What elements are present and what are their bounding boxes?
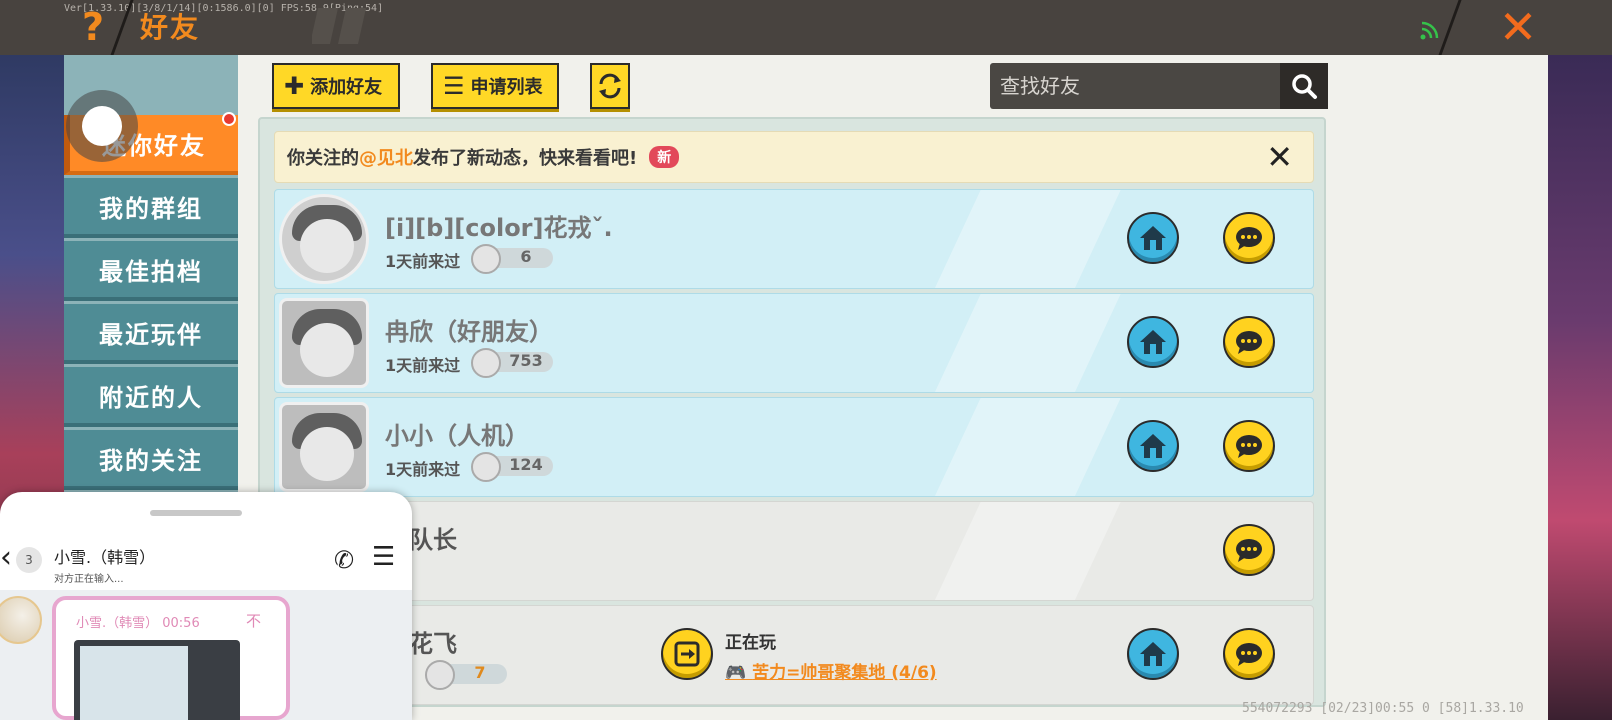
chat-button[interactable]: [1223, 628, 1275, 680]
avatar[interactable]: [279, 402, 369, 492]
close-icon[interactable]: ✕: [1494, 3, 1542, 51]
search-icon: [1292, 74, 1317, 99]
visit-home-button[interactable]: [1127, 316, 1179, 368]
sidebar-item-following[interactable]: 我的关注: [64, 430, 238, 490]
search-button[interactable]: [1280, 63, 1328, 109]
chat-button[interactable]: [1223, 420, 1275, 472]
close-icon[interactable]: ✕: [1266, 138, 1293, 176]
divider: [1437, 0, 1462, 58]
touch-cursor: [66, 90, 138, 162]
list-icon: ☰: [443, 72, 465, 100]
friend-row[interactable]: 宫花飞 7 正在玩 🎮 苦力=帅哥聚集地 (4/6): [274, 605, 1314, 705]
home-icon: [1140, 434, 1166, 458]
screenshot-thumbnail[interactable]: [74, 640, 240, 720]
feed-notice[interactable]: 你关注的 @见北 发布了新动态，快来看看吧! 新 ✕: [274, 131, 1314, 183]
chat-button[interactable]: [1223, 524, 1275, 576]
chat-icon: [1236, 643, 1262, 666]
add-friend-button[interactable]: ✚ 添加好友: [272, 63, 400, 109]
phone-icon[interactable]: ✆: [334, 546, 354, 574]
sidebar-item-my-groups[interactable]: 我的群组: [64, 178, 238, 238]
medal-icon: [425, 660, 455, 690]
level-badge: 6: [471, 244, 553, 274]
back-icon[interactable]: ‹: [0, 540, 12, 575]
medal-icon: [471, 348, 501, 378]
notification-dot: [222, 112, 236, 126]
gamepad-icon: 🎮: [725, 663, 753, 683]
visit-home-button[interactable]: [1127, 212, 1179, 264]
medal-icon: [471, 452, 501, 482]
question-icon[interactable]: ?: [76, 4, 110, 50]
chat-button[interactable]: [1223, 316, 1275, 368]
friend-list: 你关注的 @见北 发布了新动态，快来看看吧! 新 ✕ [i][b][color]…: [258, 117, 1326, 707]
top-bar: Ver[1.33.10][3/8/1/14][0:1586.0][0] FPS:…: [0, 0, 1612, 58]
menu-icon[interactable]: ☰: [372, 542, 395, 572]
chat-button[interactable]: [1223, 212, 1275, 264]
search-box: [990, 63, 1328, 109]
refresh-icon: [599, 73, 621, 99]
unread-count: 3: [16, 547, 42, 573]
home-icon: [1140, 226, 1166, 250]
chat-icon: [1236, 227, 1262, 250]
avatar[interactable]: [279, 194, 369, 284]
friend-row[interactable]: 小小（人机） 1天前来过 124: [274, 397, 1314, 497]
message-header: 小雪.（韩雪） 00:56: [76, 616, 200, 631]
friend-name: [i][b][color]花戎ˇ.: [385, 214, 613, 242]
avatar[interactable]: [279, 298, 369, 388]
home-icon: [1140, 642, 1166, 666]
new-badge: 新: [649, 146, 680, 168]
message-tail: 不: [246, 612, 262, 630]
medal-icon: [471, 244, 501, 274]
typing-status: 对方正在输入...: [54, 574, 124, 585]
refresh-button[interactable]: [590, 63, 630, 109]
home-icon: [1140, 330, 1166, 354]
join-game-button[interactable]: [661, 628, 713, 680]
friend-name: 小小（人机）: [385, 422, 529, 450]
friend-name: 冉欣（好朋友）: [385, 318, 553, 346]
footer-info: 554072293 [02/23]00:55 0 [58]1.33.10: [1242, 701, 1524, 716]
friend-row[interactable]: 你队长: [274, 501, 1314, 601]
apply-list-button[interactable]: ☰ 申请列表: [431, 63, 559, 109]
visit-home-button[interactable]: [1127, 420, 1179, 472]
drag-handle[interactable]: [150, 510, 242, 516]
level-badge: 124: [471, 452, 553, 482]
plus-icon: ✚: [284, 72, 305, 100]
playing-map-link[interactable]: 🎮 苦力=帅哥聚集地 (4/6): [725, 658, 937, 683]
level-badge: 7: [425, 660, 507, 690]
enter-icon: [674, 641, 700, 667]
last-seen: 1天前来过: [385, 460, 461, 479]
chat-icon: [1236, 435, 1262, 458]
friend-row[interactable]: [i][b][color]花戎ˇ. 1天前来过 6: [274, 189, 1314, 289]
message-card[interactable]: 小雪.（韩雪） 00:56 不: [52, 596, 290, 720]
sidebar-item-recent-players[interactable]: 最近玩伴: [64, 304, 238, 364]
chat-contact-name: 小雪.（韩雪）: [54, 548, 156, 567]
notice-user-link[interactable]: @见北: [359, 144, 413, 170]
floating-chat-window[interactable]: ‹ 3 小雪.（韩雪） 对方正在输入... ✆ ☰ 小雪.（韩雪） 00:56 …: [0, 492, 412, 720]
signal-icon: [1420, 21, 1439, 40]
stripe-decoration: [312, 8, 366, 44]
sidebar-item-best-partners[interactable]: 最佳拍档: [64, 241, 238, 301]
chat-icon: [1236, 331, 1262, 354]
last-seen: 1天前来过: [385, 252, 461, 271]
sidebar-item-nearby[interactable]: 附近的人: [64, 367, 238, 427]
last-seen: 1天前来过: [385, 356, 461, 375]
visit-home-button[interactable]: [1127, 628, 1179, 680]
friend-row[interactable]: 冉欣（好朋友） 1天前来过 753: [274, 293, 1314, 393]
search-input[interactable]: [1000, 71, 1270, 101]
playing-label: 正在玩: [725, 633, 776, 653]
page-title: 好友: [140, 11, 201, 44]
level-badge: 753: [471, 348, 553, 378]
chat-icon: [1236, 539, 1262, 562]
